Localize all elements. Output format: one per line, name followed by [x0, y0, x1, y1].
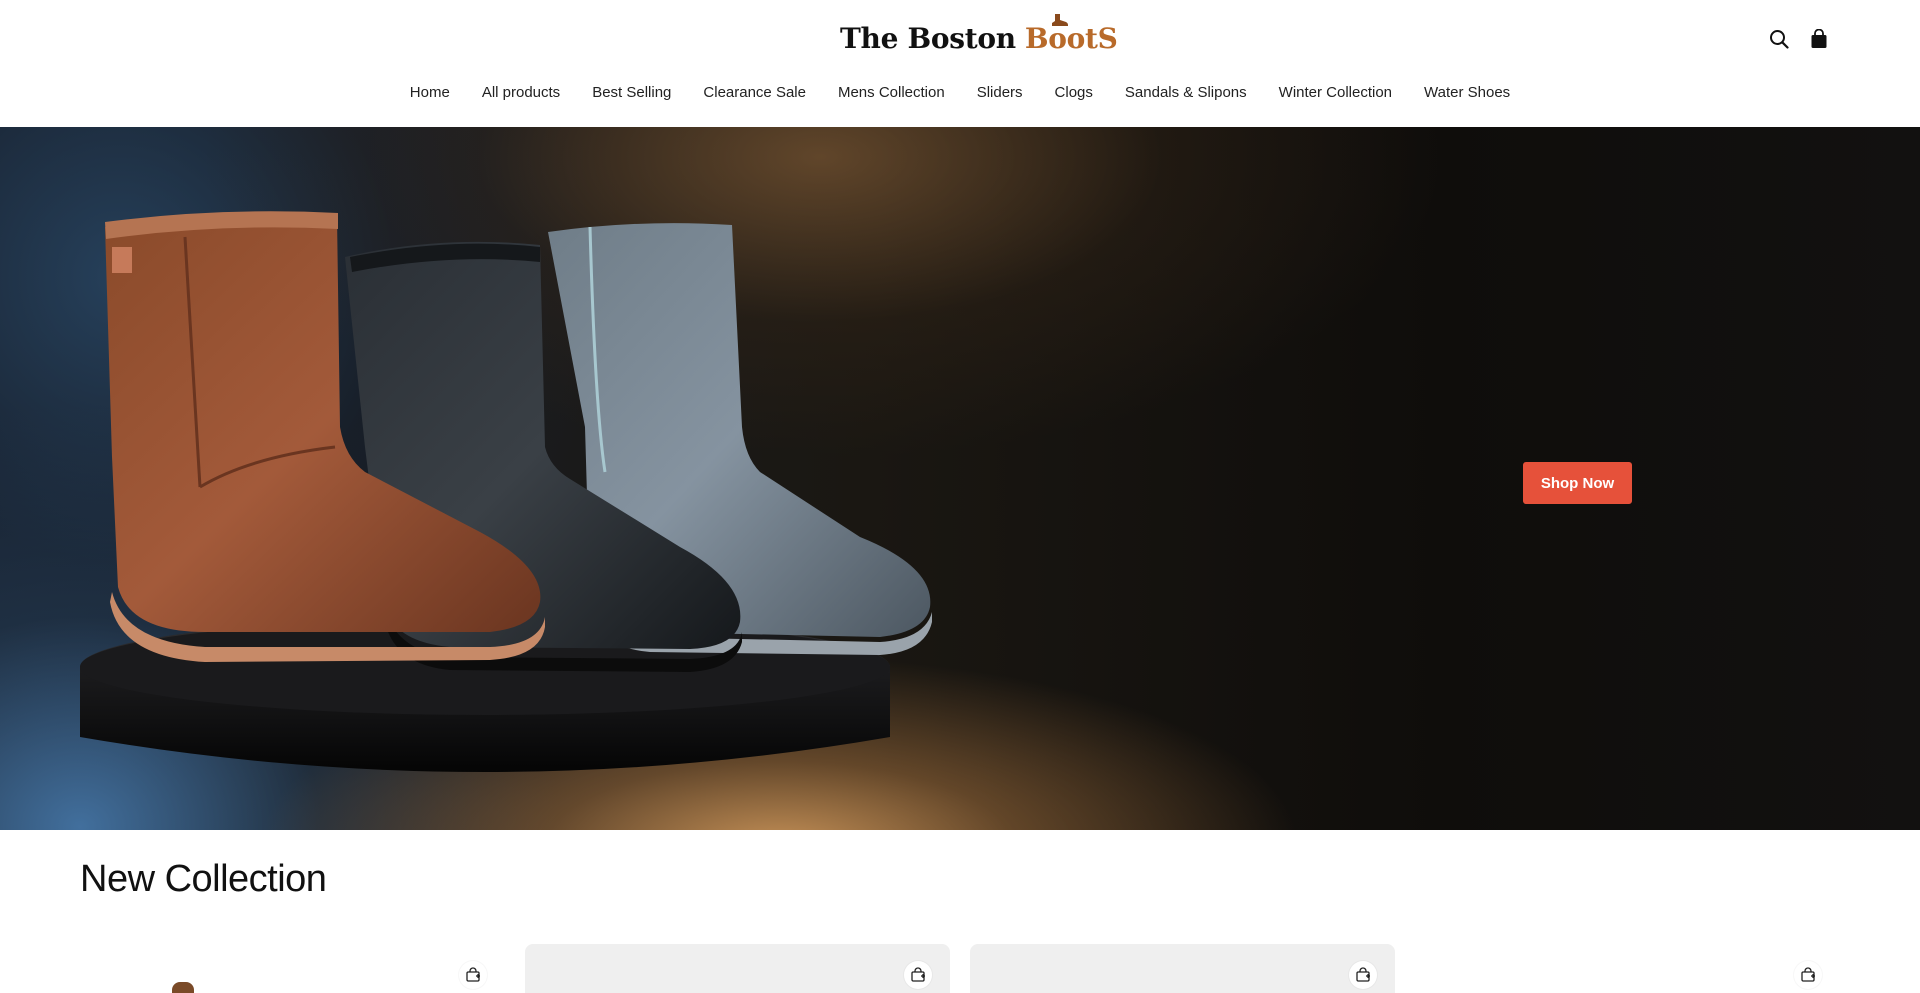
hero-banner[interactable]: Shop Now	[0, 127, 1920, 830]
logo-text: The Boston	[840, 22, 1016, 55]
nav-item-winter-collection[interactable]: Winter Collection	[1279, 84, 1392, 101]
product-grid	[80, 944, 1840, 993]
nav-item-clogs[interactable]: Clogs	[1055, 84, 1093, 101]
hero-boots-image	[80, 211, 932, 772]
site-header: The Boston BootS Home All products Best …	[0, 0, 1920, 127]
nav-item-best-selling[interactable]: Best Selling	[592, 84, 671, 101]
boot-logo-icon	[1051, 14, 1068, 26]
product-card[interactable]	[525, 944, 950, 993]
site-logo[interactable]: The Boston BootS	[840, 14, 1118, 62]
bag-add-icon[interactable]	[1794, 961, 1822, 989]
product-card[interactable]	[1415, 944, 1840, 993]
nav-item-sliders[interactable]: Sliders	[977, 84, 1023, 101]
bag-add-icon[interactable]	[904, 961, 932, 989]
bag-add-icon[interactable]	[1349, 961, 1377, 989]
nav-item-mens-collection[interactable]: Mens Collection	[838, 84, 945, 101]
product-card[interactable]	[80, 944, 505, 993]
nav-item-sandals-slipons[interactable]: Sandals & Slipons	[1125, 84, 1247, 101]
search-icon[interactable]	[1768, 28, 1790, 50]
product-card[interactable]	[970, 944, 1395, 993]
bag-add-icon[interactable]	[459, 961, 487, 989]
header-actions	[1768, 28, 1830, 50]
nav-item-home[interactable]: Home	[410, 84, 450, 101]
main-navigation: Home All products Best Selling Clearance…	[0, 84, 1920, 101]
nav-item-water-shoes[interactable]: Water Shoes	[1424, 84, 1510, 101]
cart-icon[interactable]	[1808, 28, 1830, 50]
logo-accent-text: BootS	[1025, 14, 1118, 55]
section-title-new-collection: New Collection	[80, 858, 327, 900]
nav-item-all-products[interactable]: All products	[482, 84, 560, 101]
shop-now-button[interactable]: Shop Now	[1523, 462, 1632, 504]
product-image	[172, 982, 194, 993]
nav-item-clearance-sale[interactable]: Clearance Sale	[703, 84, 806, 101]
